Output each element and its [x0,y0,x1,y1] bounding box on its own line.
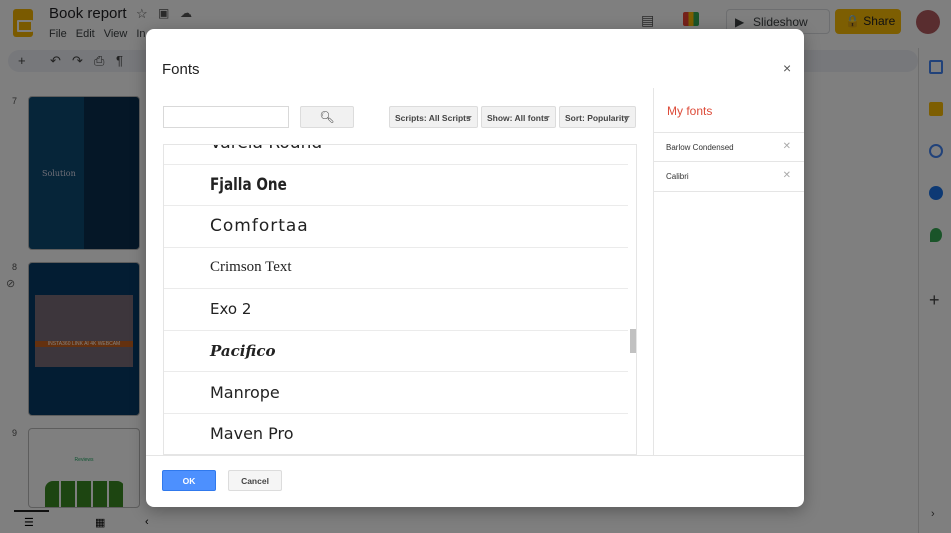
font-name: Exo 2 [210,300,252,319]
show-dropdown[interactable]: Show: All fonts [481,106,556,128]
search-icon: 🔍︎ [319,110,335,124]
my-fonts-title: My fonts [667,104,713,118]
font-item[interactable]: Exo 2 [164,289,628,331]
my-fonts-panel: My fonts Barlow Condensed ✕ Calibri ✕ [653,88,804,455]
dialog-title: Fonts [162,61,200,78]
font-name: Barlow Condensed [666,143,734,152]
font-name: Comfortaa [210,216,309,237]
font-item[interactable]: Manrope [164,372,628,414]
scrollbar-thumb[interactable] [630,329,636,353]
scripts-dropdown[interactable]: Scripts: All Scripts [389,106,478,128]
font-list: Varela Round Fjalla One Comfortaa Crimso… [163,144,637,455]
font-item[interactable]: Pacifico [164,331,628,372]
font-item[interactable]: Varela Round [164,145,628,165]
fonts-dialog: Fonts × 🔍︎ Scripts: All Scripts Show: Al… [146,29,804,507]
font-name: Pacifico [210,341,276,360]
close-icon[interactable]: × [783,60,791,76]
cancel-button[interactable]: Cancel [228,470,282,491]
remove-icon[interactable]: ✕ [783,141,791,152]
font-item[interactable]: Maven Pro [164,414,628,455]
sort-dropdown[interactable]: Sort: Popularity [559,106,636,128]
font-name: Calibri [666,172,689,181]
font-search-input[interactable] [163,106,289,128]
font-item[interactable]: Fjalla One [164,165,628,206]
my-font-item[interactable]: Barlow Condensed ✕ [654,132,804,161]
font-item[interactable]: Comfortaa [164,206,628,248]
ok-button[interactable]: OK [162,470,216,491]
font-name: Crimson Text [210,259,292,276]
search-button[interactable]: 🔍︎ [300,106,354,128]
my-font-item[interactable]: Calibri ✕ [654,161,804,192]
font-item[interactable]: Crimson Text [164,248,628,289]
divider [146,455,804,456]
font-name: Fjalla One [210,174,287,195]
font-name: Maven Pro [210,424,294,444]
font-name: Manrope [210,382,280,402]
font-name: Varela Round [210,145,322,153]
remove-icon[interactable]: ✕ [783,170,791,181]
